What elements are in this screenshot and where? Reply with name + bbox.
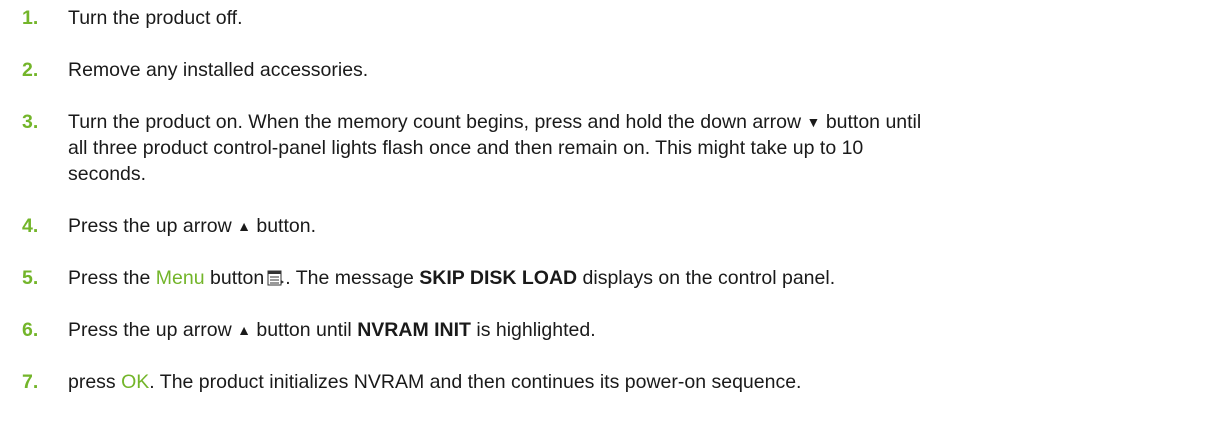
step-6-text-b: button until — [256, 319, 352, 341]
nvram-init-label: NVRAM INIT — [357, 319, 471, 341]
step-text: Press the up arrow ▲ button until NVRAM … — [68, 317, 1218, 343]
step-number: 2. — [22, 59, 39, 81]
step-3-text-a: Turn the product on. When the memory cou… — [68, 111, 802, 133]
step-5-text-a: Press the — [68, 267, 151, 289]
step-2-text: Remove any installed accessories. — [68, 59, 369, 81]
step-5-text-b: button — [210, 267, 265, 289]
step-number: 1. — [22, 7, 39, 29]
step-6-text-a: Press the up arrow — [68, 319, 232, 341]
step-number: 4. — [22, 215, 39, 237]
step-text: Turn the product on. When the memory cou… — [68, 109, 1218, 187]
step-number: 7. — [22, 371, 39, 393]
step-text: Turn the product off. — [68, 5, 1218, 31]
step-7-text-b: . The product initializes NVRAM and then… — [149, 371, 802, 393]
step-5-text-c: . The message — [285, 267, 414, 289]
step-text: Press the Menu button . The message SKIP … — [68, 265, 1218, 293]
message-skip-disk-load: SKIP DISK LOAD — [419, 267, 578, 289]
step-number: 5. — [22, 267, 39, 289]
step-4-text-b: button. — [256, 215, 316, 237]
step-3-text-b: button until — [825, 111, 922, 133]
instruction-steps: 1. Turn the product off. 2. Remove any i… — [0, 0, 1226, 437]
step-number: 6. — [22, 319, 39, 341]
step-5-text-d: displays on the control panel. — [582, 267, 836, 289]
ok-button-label: OK — [121, 371, 150, 393]
step-1-text: Turn the product off. — [68, 7, 243, 29]
step-6-text-c: is highlighted. — [476, 319, 596, 341]
step-3-text-c: all three product control-panel lights f… — [68, 137, 864, 159]
step-text: Press the up arrow ▲ button. — [68, 213, 1218, 239]
down-arrow-icon: ▼ — [806, 114, 821, 130]
menu-icon — [267, 267, 285, 293]
step-number: 3. — [22, 111, 39, 133]
step-4-text-a: Press the up arrow — [68, 215, 232, 237]
step-text: press OK. The product initializes NVRAM … — [68, 369, 1218, 395]
up-arrow-icon: ▲ — [237, 218, 251, 234]
step-7-text-a: press — [68, 371, 116, 393]
step-text: Remove any installed accessories. — [68, 57, 1218, 83]
menu-button-label: Menu — [155, 267, 205, 289]
step-3-text-d: seconds. — [68, 163, 147, 185]
up-arrow-icon: ▲ — [237, 322, 251, 338]
